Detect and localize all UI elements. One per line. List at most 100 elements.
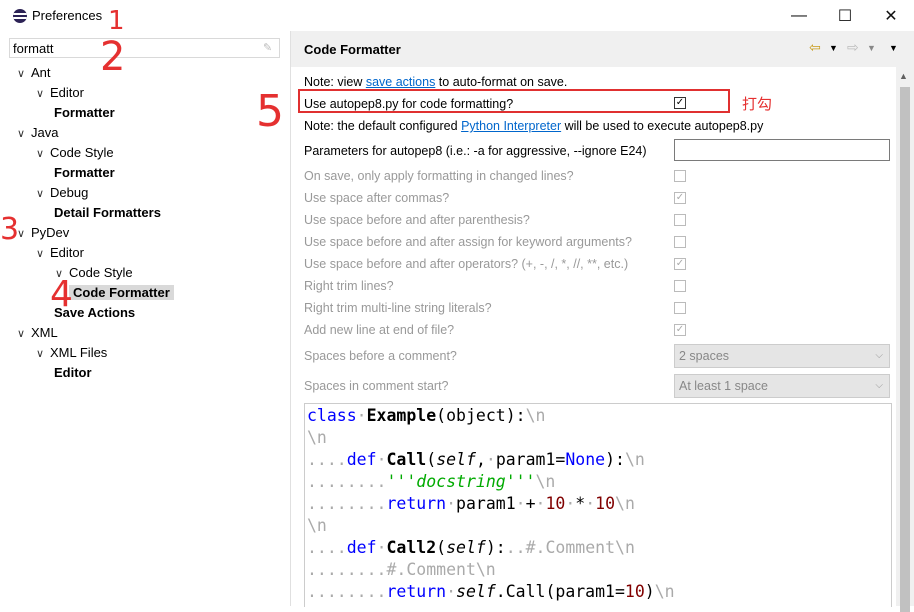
- option-checkbox[interactable]: [674, 170, 686, 182]
- page-title: Code Formatter: [304, 42, 401, 57]
- spaces-before-comment-select[interactable]: 2 spaces ⌵: [674, 344, 890, 368]
- tree-item-label: XML: [31, 325, 58, 340]
- spaces-comment-start-label: Spaces in comment start?: [304, 379, 449, 393]
- python-interpreter-link[interactable]: Python Interpreter: [461, 119, 561, 133]
- save-actions-note: Note: view save actions to auto-format o…: [304, 75, 567, 89]
- annotation-4: 4: [50, 274, 73, 315]
- tree-item[interactable]: ∨ Code Style: [36, 143, 114, 163]
- option-checkbox[interactable]: [674, 302, 686, 314]
- tree-item[interactable]: Editor: [54, 363, 92, 383]
- back-menu-icon[interactable]: ▼: [829, 43, 838, 53]
- forward-icon[interactable]: ⇨: [847, 39, 859, 56]
- chevron-down-icon[interactable]: ∨: [17, 124, 31, 144]
- tree-item-label: Code Formatter: [69, 285, 174, 300]
- option-label: On save, only apply formatting in change…: [304, 169, 574, 183]
- code-line: ....def·Call(self,·param1=None):\n: [307, 450, 645, 469]
- option-checkbox[interactable]: [674, 236, 686, 248]
- params-input[interactable]: [674, 139, 890, 161]
- chevron-down-icon[interactable]: ∨: [17, 324, 31, 344]
- note-text: Note: the default configured: [304, 119, 462, 133]
- vertical-scrollbar[interactable]: ▲: [896, 67, 914, 612]
- params-label: Parameters for autopep8 (i.e.: -a for ag…: [304, 144, 647, 158]
- preference-page: Code Formatter ⇦ ▼ ⇨ ▼ ▼ Note: view save…: [291, 31, 914, 612]
- tree-item-label: Code Style: [69, 265, 133, 280]
- forward-menu-icon[interactable]: ▼: [867, 43, 876, 53]
- eclipse-app-icon: [13, 9, 27, 23]
- tree-item[interactable]: ∨ Debug: [36, 183, 88, 203]
- option-checkbox[interactable]: [674, 214, 686, 226]
- tree-item[interactable]: ∨ Ant: [17, 63, 51, 83]
- tree-item-label: Formatter: [54, 165, 115, 180]
- tree-item[interactable]: ∨ Editor: [36, 243, 84, 263]
- chevron-down-icon[interactable]: ∨: [36, 144, 50, 164]
- note-text: will be used to execute autopep8.py: [561, 119, 764, 133]
- back-icon[interactable]: ⇦: [809, 39, 821, 56]
- tree-item[interactable]: ∨ Java: [17, 123, 58, 143]
- option-label: Right trim multi-line string literals?: [304, 301, 492, 315]
- tree-item[interactable]: Formatter: [54, 163, 115, 183]
- tree-item-label: Detail Formatters: [54, 205, 161, 220]
- select-value: At least 1 space: [679, 379, 768, 393]
- preference-tree-pane: ✎ ∨Ant∨EditorFormatter∨Java∨Code StyleFo…: [0, 31, 290, 606]
- tree-item-label: Editor: [50, 85, 84, 100]
- select-value: 2 spaces: [679, 349, 730, 363]
- tree-item[interactable]: ∨ Editor: [36, 83, 84, 103]
- close-icon[interactable]: ✕: [868, 0, 914, 31]
- chevron-down-icon[interactable]: ∨: [36, 244, 50, 264]
- option-label: Use space before and after assign for ke…: [304, 235, 632, 249]
- tree-item-label: Formatter: [54, 105, 115, 120]
- chevron-down-icon[interactable]: ∨: [36, 184, 50, 204]
- menu-icon[interactable]: ▼: [889, 43, 898, 53]
- filter-field[interactable]: ✎: [9, 38, 280, 58]
- code-line: ....def·Call2(self):..#.Comment\n: [307, 538, 635, 557]
- chevron-down-icon[interactable]: ∨: [36, 84, 50, 104]
- tree-item-label: Ant: [31, 65, 51, 80]
- option-checkbox[interactable]: ✓: [674, 258, 686, 270]
- title-bar: Preferences — ☐ ✕: [0, 0, 914, 31]
- scroll-up-icon[interactable]: ▲: [899, 71, 908, 81]
- tree-item[interactable]: ∨ XML: [17, 323, 58, 343]
- code-line: ........return·self.Call(param1=10)\n: [307, 582, 675, 601]
- annotation-2: 2: [100, 34, 126, 80]
- code-preview: class·Example(object):\n \n ....def·Call…: [304, 403, 892, 607]
- annotation-5: 5: [256, 86, 284, 137]
- maximize-icon[interactable]: ☐: [822, 0, 868, 31]
- code-line: \n: [307, 516, 327, 535]
- interpreter-note: Note: the default configured Python Inte…: [304, 119, 763, 133]
- page-header: Code Formatter ⇦ ▼ ⇨ ▼ ▼: [291, 31, 914, 67]
- filter-input[interactable]: [13, 40, 253, 56]
- option-label: Add new line at end of file?: [304, 323, 455, 337]
- annotation-3: 3: [0, 212, 20, 247]
- window-title: Preferences: [32, 8, 103, 23]
- highlight-box: [298, 89, 730, 113]
- option-label: Use space before and after parenthesis?: [304, 213, 530, 227]
- minimize-icon[interactable]: —: [776, 0, 822, 31]
- option-checkbox[interactable]: ✓: [674, 324, 686, 336]
- tree-item-label: Editor: [54, 365, 92, 380]
- chevron-down-icon[interactable]: ∨: [36, 344, 50, 364]
- option-label: Right trim lines?: [304, 279, 394, 293]
- tree-item[interactable]: ∨ PyDev: [17, 223, 69, 243]
- option-checkbox[interactable]: ✓: [674, 192, 686, 204]
- chevron-down-icon[interactable]: ∨: [17, 64, 31, 84]
- spaces-comment-start-select[interactable]: At least 1 space ⌵: [674, 374, 890, 398]
- chevron-down-icon: ⌵: [875, 380, 883, 391]
- tree-item[interactable]: ∨ XML Files: [36, 343, 107, 363]
- chevron-down-icon[interactable]: ∨: [17, 224, 31, 244]
- tree-item[interactable]: Formatter: [54, 103, 115, 123]
- option-label: Use space before and after operators? (+…: [304, 257, 629, 271]
- tree-item-label: PyDev: [31, 225, 70, 240]
- chevron-down-icon: ⌵: [875, 350, 883, 361]
- clear-icon[interactable]: ✎: [263, 42, 275, 54]
- scroll-thumb[interactable]: [900, 87, 910, 612]
- code-line: ........return·param1·+·10·*·10\n: [307, 494, 635, 513]
- option-checkbox[interactable]: [674, 280, 686, 292]
- spaces-before-comment-label: Spaces before a comment?: [304, 349, 457, 363]
- tree-item-label: Code Style: [50, 145, 114, 160]
- tree-item[interactable]: Code Formatter: [69, 283, 174, 303]
- save-actions-link[interactable]: save actions: [366, 75, 435, 89]
- code-line: ........'''docstring'''\n: [307, 472, 556, 491]
- note-text: to auto-format on save.: [435, 75, 568, 89]
- annotation-check-note: 打勾: [742, 95, 773, 113]
- tree-item[interactable]: Detail Formatters: [54, 203, 161, 223]
